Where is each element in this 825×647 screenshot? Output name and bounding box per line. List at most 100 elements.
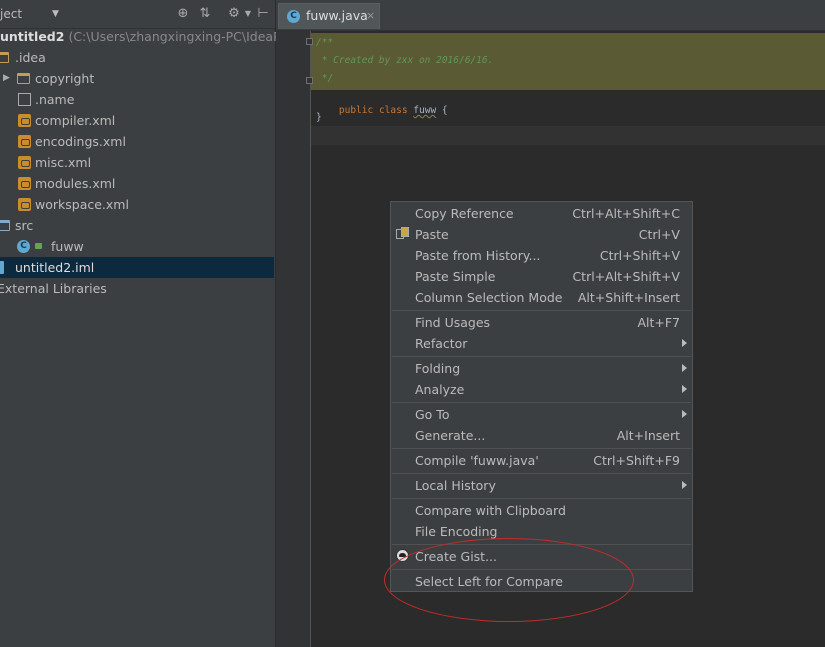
tree-item-label: misc.xml xyxy=(35,155,92,170)
menu-item-paste-simple[interactable]: Paste Simple Ctrl+Alt+Shift+V xyxy=(391,266,692,287)
hide-icon[interactable]: ⊢ xyxy=(255,6,271,22)
menu-item-label: Paste xyxy=(415,227,449,242)
menu-item-label: Folding xyxy=(415,361,461,376)
tree-item-modules-xml[interactable]: modules.xml xyxy=(0,173,200,194)
menu-item-shortcut: Alt+Insert xyxy=(616,428,680,443)
menu-item-compile[interactable]: Compile 'fuww.java' Ctrl+Shift+F9 xyxy=(391,450,692,471)
menu-separator xyxy=(392,498,691,499)
menu-item-compare-with-clipboard[interactable]: Compare with Clipboard xyxy=(391,500,692,521)
menu-separator xyxy=(392,402,691,403)
folder-icon xyxy=(0,52,9,63)
menu-item-paste-from-history[interactable]: Paste from History... Ctrl+Shift+V xyxy=(391,245,692,266)
submenu-arrow-icon xyxy=(682,410,687,418)
target-icon[interactable]: ⊕ xyxy=(175,6,191,22)
annotation-ellipse xyxy=(384,538,634,622)
caret-row-highlight xyxy=(311,126,825,145)
tab-label: fuww.java xyxy=(306,8,368,23)
xml-file-icon xyxy=(18,177,31,190)
tree-item-label: fuww xyxy=(51,239,84,254)
tree-item-encodings-xml[interactable]: encodings.xml xyxy=(0,131,200,152)
tree-item-misc-xml[interactable]: misc.xml xyxy=(0,152,200,173)
code-class-declaration: public class fuww { xyxy=(316,94,448,127)
menu-item-analyze[interactable]: Analyze xyxy=(391,379,692,400)
menu-item-go-to[interactable]: Go To xyxy=(391,404,692,425)
chevron-down-icon: ▼ xyxy=(52,9,59,19)
code-keyword-public: public xyxy=(338,105,374,116)
menu-separator xyxy=(392,448,691,449)
menu-item-shortcut: Ctrl+Alt+Shift+C xyxy=(572,206,680,221)
menu-item-label: File Encoding xyxy=(415,524,498,539)
tab-fuww-java[interactable]: C fuww.java × xyxy=(278,3,380,29)
tree-item-label: modules.xml xyxy=(35,176,116,191)
menu-item-label: Copy Reference xyxy=(415,206,514,221)
menu-item-paste[interactable]: Paste Ctrl+V xyxy=(391,224,692,245)
tree-item-fuww[interactable]: C fuww xyxy=(0,236,200,257)
tree-item-workspace-xml[interactable]: workspace.xml xyxy=(0,194,200,215)
class-icon: C xyxy=(287,10,300,23)
menu-item-label: Analyze xyxy=(415,382,465,397)
tree-item-copyright[interactable]: ▶ copyright xyxy=(0,68,200,89)
menu-item-shortcut: Ctrl+Alt+Shift+V xyxy=(572,269,680,284)
menu-item-generate[interactable]: Generate... Alt+Insert xyxy=(391,425,692,446)
tree-item-project[interactable]: untitled2 (C:\Users\zhangxingxing-PC\Ide… xyxy=(0,26,304,47)
menu-item-label: Column Selection Mode xyxy=(415,290,563,305)
code-brace-open: { xyxy=(441,105,448,116)
menu-item-label: Paste from History... xyxy=(415,248,541,263)
tree-item-path: (C:\Users\zhangxingxing-PC\IdeaProje xyxy=(68,29,305,44)
submenu-arrow-icon xyxy=(682,385,687,393)
fold-marker-icon[interactable] xyxy=(306,77,313,84)
menu-item-label: Find Usages xyxy=(415,315,491,330)
menu-item-shortcut: Alt+F7 xyxy=(637,315,680,330)
menu-separator xyxy=(392,310,691,311)
submenu-arrow-icon xyxy=(682,481,687,489)
tree-item-untitled2-iml[interactable]: untitled2.iml xyxy=(0,257,200,278)
menu-item-copy-reference[interactable]: Copy Reference Ctrl+Alt+Shift+C xyxy=(391,203,692,224)
menu-item-folding[interactable]: Folding xyxy=(391,358,692,379)
collapse-icon[interactable]: ⇅ xyxy=(197,6,213,22)
menu-item-refactor[interactable]: Refactor xyxy=(391,333,692,354)
submenu-arrow-icon xyxy=(682,339,687,347)
menu-item-find-usages[interactable]: Find Usages Alt+F7 xyxy=(391,312,692,333)
tree-item-external-libraries[interactable]: External Libraries xyxy=(0,278,200,299)
menu-separator xyxy=(392,473,691,474)
menu-item-label: Compare with Clipboard xyxy=(415,503,566,518)
menu-item-shortcut: Ctrl+Shift+F9 xyxy=(593,453,680,468)
close-icon[interactable]: × xyxy=(366,9,375,22)
tree-item-compiler-xml[interactable]: compiler.xml xyxy=(0,110,200,131)
xml-file-icon xyxy=(18,114,31,127)
tree-item-label: External Libraries xyxy=(0,281,107,296)
project-view-combo[interactable]: ject ▼ xyxy=(0,4,62,24)
gear-dropdown-icon[interactable]: ▼ xyxy=(240,6,256,22)
menu-item-label: Paste Simple xyxy=(415,269,496,284)
menu-item-label: Refactor xyxy=(415,336,468,351)
menu-item-local-history[interactable]: Local History xyxy=(391,475,692,496)
submenu-arrow-icon xyxy=(682,364,687,372)
menu-item-label: Go To xyxy=(415,407,450,422)
chevron-right-icon[interactable]: ▶ xyxy=(3,68,10,89)
ide-window: ject ▼ ⊕ ⇅ ⚙ ▼ ⊢ untitled2 (C:\Users\zha… xyxy=(0,0,825,647)
code-brace-close: } xyxy=(316,112,322,123)
menu-item-column-selection-mode[interactable]: Column Selection Mode Alt+Shift+Insert xyxy=(391,287,692,308)
menu-item-label: Local History xyxy=(415,478,496,493)
tree-item-name[interactable]: .name xyxy=(0,89,200,110)
menu-item-label: Generate... xyxy=(415,428,486,443)
tree-item-label: .idea xyxy=(15,50,46,65)
file-icon xyxy=(18,93,31,106)
code-class-name: fuww xyxy=(413,105,437,116)
project-panel: ject ▼ ⊕ ⇅ ⚙ ▼ ⊢ untitled2 (C:\Users\zha… xyxy=(0,0,304,647)
tree-item-label: compiler.xml xyxy=(35,113,116,128)
tree-item-label: src xyxy=(15,218,34,233)
fold-marker-icon[interactable] xyxy=(306,38,313,45)
code-doc-body: * Created by zxx on 2016/6/16. xyxy=(316,55,494,66)
tree-item-label: untitled2.iml xyxy=(15,260,95,275)
tree-item-src[interactable]: src xyxy=(0,215,200,236)
tree-item-label: workspace.xml xyxy=(35,197,129,212)
class-icon: C xyxy=(17,240,30,253)
editor-tab-bar: C fuww.java × xyxy=(276,0,825,31)
menu-item-shortcut: Ctrl+Shift+V xyxy=(599,248,680,263)
code-doc-open: /** xyxy=(316,37,334,48)
paste-icon xyxy=(396,227,410,241)
xml-file-icon xyxy=(18,156,31,169)
project-panel-toolbar: ject ▼ ⊕ ⇅ ⚙ ▼ ⊢ xyxy=(0,0,275,29)
folder-icon xyxy=(17,73,30,84)
